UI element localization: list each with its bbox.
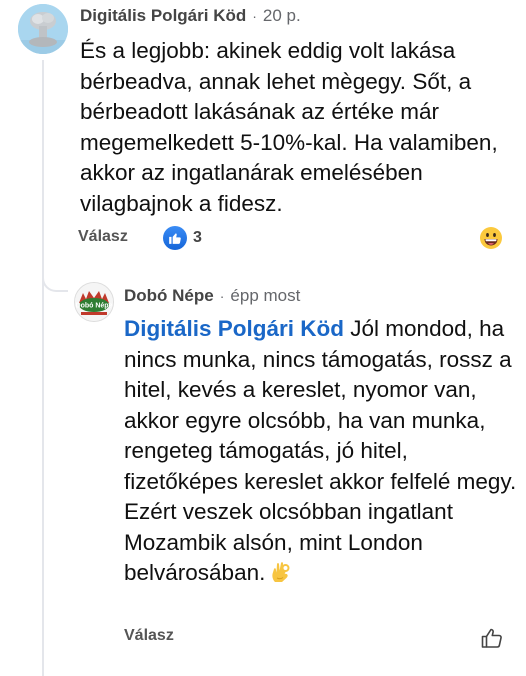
comment-author[interactable]: Digitális Polgári Köd: [80, 6, 246, 26]
dobo-nepe-logo: Dobó Népe: [75, 283, 113, 321]
mention-link[interactable]: Digitális Polgári Köd: [124, 316, 344, 341]
thread-line: [42, 60, 44, 676]
reply-text-container: Digitális Polgári Köd Jól mondod, ha nin…: [124, 314, 520, 593]
comment-thread: Digitális Polgári Köd · 20 p. És a legjo…: [0, 0, 526, 676]
comment-text: És a legjobb: akinek eddig volt lakása b…: [80, 38, 498, 216]
avatar-logo-text: Dobó Népe: [76, 303, 113, 310]
like-icon: [163, 226, 187, 250]
reaction-count: 3: [193, 229, 202, 246]
reply-text: Jól mondod, ha nincs munka, nincs támoga…: [124, 316, 517, 585]
comment-header: Digitális Polgári Köd · 20 p.: [80, 6, 301, 26]
avatar[interactable]: Dobó Népe: [74, 282, 114, 322]
reply-time[interactable]: épp most: [230, 286, 300, 306]
reply-author[interactable]: Dobó Népe: [124, 286, 214, 306]
reaction-summary[interactable]: 3: [163, 226, 202, 250]
reply-button[interactable]: Válasz: [124, 627, 174, 645]
reply-header: Dobó Népe · épp most: [124, 286, 300, 306]
thumbs-up-outline-icon[interactable]: [480, 626, 504, 650]
thread-connector: [42, 252, 68, 292]
mushroom-cloud-avatar-image: [18, 4, 68, 54]
grinning-face-icon[interactable]: [479, 226, 503, 250]
reply-button[interactable]: Válasz: [78, 228, 128, 246]
avatar[interactable]: [18, 4, 68, 54]
separator-dot: ·: [252, 8, 257, 24]
comment-time[interactable]: 20 p.: [263, 6, 301, 26]
separator-dot: ·: [219, 288, 225, 304]
ok-hand-icon: [269, 560, 293, 593]
